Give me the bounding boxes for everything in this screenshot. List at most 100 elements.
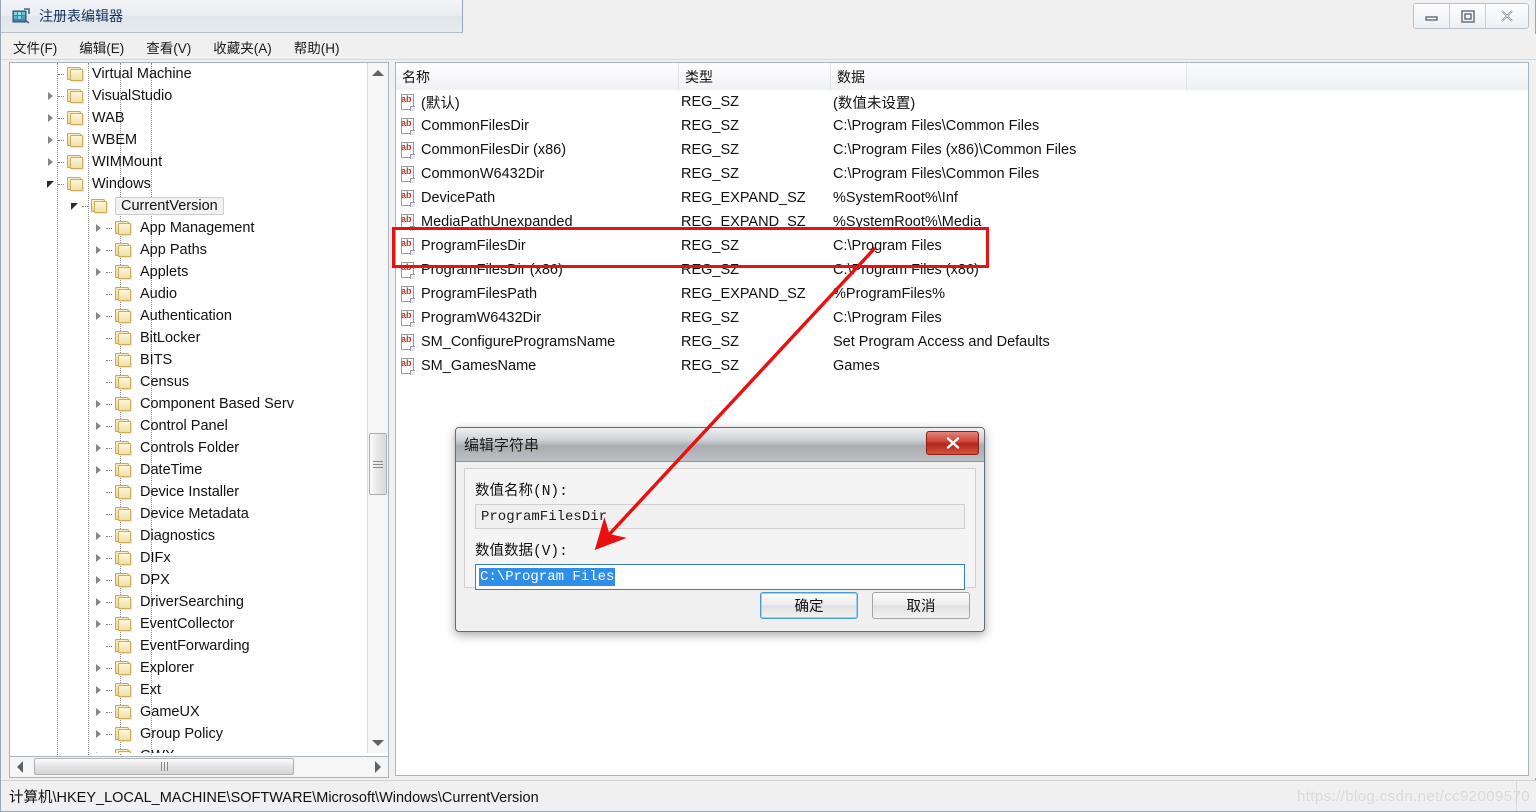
tree-node-dpx[interactable]: DPX (10, 569, 368, 591)
table-row[interactable]: ab CommonFilesDir REG_SZ C:\Program Files\C… (396, 114, 1528, 138)
tree-node-bitlocker[interactable]: BitLocker (10, 327, 368, 349)
table-row[interactable]: ab SM_ConfigureProgramsName REG_SZ Set Prog… (396, 330, 1528, 354)
chevron-right-icon[interactable] (90, 217, 106, 239)
chevron-right-icon[interactable] (42, 85, 58, 107)
chevron-down-icon[interactable] (66, 195, 82, 217)
tree-node-windows[interactable]: Windows (10, 173, 368, 195)
scroll-right-button[interactable] (368, 757, 388, 776)
chevron-right-icon[interactable] (90, 239, 106, 261)
chevron-right-icon[interactable] (90, 657, 106, 679)
chevron-right-icon[interactable] (90, 415, 106, 437)
column-header-data[interactable]: 数据 (831, 63, 1187, 90)
tree-node-difx[interactable]: DIFx (10, 547, 368, 569)
menu-help[interactable]: 帮助(H) (294, 37, 340, 57)
tree-node-app-management[interactable]: App Management (10, 217, 368, 239)
tree-node-control-panel[interactable]: Control Panel (10, 415, 368, 437)
tree-node-explorer[interactable]: Explorer (10, 657, 368, 679)
tree-node-controls-folder[interactable]: Controls Folder (10, 437, 368, 459)
tree-node-gwx[interactable]: GWX (10, 745, 368, 753)
dialog-close-button[interactable] (926, 431, 979, 455)
table-row[interactable]: ab ProgramFilesDir (x86) REG_SZ C:\Program … (396, 258, 1528, 282)
menu-view[interactable]: 查看(V) (146, 37, 191, 57)
tree-node-group-policy[interactable]: Group Policy (10, 723, 368, 745)
registry-values-pane[interactable]: 名称 类型 数据 ab (默认) REG_SZ (数值未设置) ab CommonFile… (395, 62, 1529, 776)
registry-tree-pane[interactable]: Virtual Machine VisualStudio WAB WBEM WIMMou… (9, 62, 389, 757)
chevron-right-icon[interactable] (90, 305, 106, 327)
chevron-right-icon[interactable] (90, 393, 106, 415)
tree-node-applets[interactable]: Applets (10, 261, 368, 283)
edit-string-dialog[interactable]: 编辑字符串 数值名称(N): ProgramFilesDir 数值数据(V): … (455, 427, 985, 632)
column-header-name[interactable]: 名称 (396, 63, 679, 90)
chevron-right-icon[interactable] (90, 679, 106, 701)
chevron-right-icon[interactable] (90, 569, 106, 591)
menu-edit[interactable]: 编辑(E) (79, 37, 124, 57)
tree-node-wbem[interactable]: WBEM (10, 129, 368, 151)
menu-file[interactable]: 文件(F) (13, 37, 57, 57)
menu-favorites[interactable]: 收藏夹(A) (213, 37, 272, 57)
cancel-button[interactable]: 取消 (872, 592, 970, 619)
tree-node-device-metadata[interactable]: Device Metadata (10, 503, 368, 525)
tree-node-app-paths[interactable]: App Paths (10, 239, 368, 261)
chevron-right-icon[interactable] (42, 129, 58, 151)
tree-node-wab[interactable]: WAB (10, 107, 368, 129)
value-data-input[interactable]: C:\Program Files (475, 564, 965, 590)
tree-vertical-scrollbar[interactable] (367, 63, 388, 753)
tree-node-component-based-serv[interactable]: Component Based Serv (10, 393, 368, 415)
table-row[interactable]: ab ProgramFilesDir REG_SZ C:\Program Files (396, 234, 1528, 258)
tree-node-wimmount[interactable]: WIMMount (10, 151, 368, 173)
chevron-right-icon[interactable] (90, 613, 106, 635)
restore-button[interactable] (1450, 4, 1486, 28)
tree-node-device-installer[interactable]: Device Installer (10, 481, 368, 503)
tree-node-eventcollector[interactable]: EventCollector (10, 613, 368, 635)
tree-node-datetime[interactable]: DateTime (10, 459, 368, 481)
table-row[interactable]: ab SM_GamesName REG_SZ Games (396, 354, 1528, 378)
vertical-scroll-thumb[interactable] (369, 433, 387, 495)
scroll-up-button[interactable] (368, 63, 388, 83)
chevron-right-icon[interactable] (90, 745, 106, 753)
table-row[interactable]: ab ProgramW6432Dir REG_SZ C:\Program Files (396, 306, 1528, 330)
table-row[interactable]: ab CommonW6432Dir REG_SZ C:\Program Files\C… (396, 162, 1528, 186)
horizontal-scroll-thumb[interactable] (34, 758, 294, 775)
tree-node-authentication[interactable]: Authentication (10, 305, 368, 327)
chevron-right-icon[interactable] (90, 701, 106, 723)
tree-node-driversearching[interactable]: DriverSearching (10, 591, 368, 613)
table-row[interactable]: ab CommonFilesDir (x86) REG_SZ C:\Program F… (396, 138, 1528, 162)
table-row[interactable]: ab MediaPathUnexpanded REG_EXPAND_SZ %Syste… (396, 210, 1528, 234)
tree-node-gameux[interactable]: GameUX (10, 701, 368, 723)
tree-node-eventforwarding[interactable]: EventForwarding (10, 635, 368, 657)
value-name-input[interactable]: ProgramFilesDir (475, 504, 965, 529)
chevron-right-icon[interactable] (90, 261, 106, 283)
statusbar-separator (1516, 781, 1534, 811)
minimize-button[interactable] (1414, 4, 1450, 28)
chevron-right-icon[interactable] (90, 525, 106, 547)
chevron-right-icon[interactable] (90, 723, 106, 745)
scroll-left-button[interactable] (10, 757, 30, 776)
table-row[interactable]: ab (默认) REG_SZ (数值未设置) (396, 90, 1528, 114)
table-row[interactable]: ab ProgramFilesPath REG_EXPAND_SZ %ProgramF… (396, 282, 1528, 306)
window-titlebar[interactable]: 注册表编辑器 (1, 0, 463, 33)
tree-connector (58, 129, 66, 151)
tree-node-currentversion[interactable]: CurrentVersion (10, 195, 368, 217)
column-header-type[interactable]: 类型 (679, 63, 831, 90)
chevron-down-icon[interactable] (42, 173, 58, 195)
ok-button[interactable]: 确定 (760, 592, 858, 619)
tree-horizontal-scrollbar[interactable] (9, 757, 389, 778)
close-button[interactable] (1486, 4, 1528, 28)
scroll-down-button[interactable] (368, 733, 388, 753)
chevron-right-icon[interactable] (90, 459, 106, 481)
tree-node-audio[interactable]: Audio (10, 283, 368, 305)
tree-node-diagnostics[interactable]: Diagnostics (10, 525, 368, 547)
tree-node-visualstudio[interactable]: VisualStudio (10, 85, 368, 107)
table-row[interactable]: ab DevicePath REG_EXPAND_SZ %SystemRoot%\In… (396, 186, 1528, 210)
chevron-right-icon[interactable] (90, 437, 106, 459)
chevron-right-icon[interactable] (42, 151, 58, 173)
tree-node-census[interactable]: Census (10, 371, 368, 393)
chevron-right-icon[interactable] (42, 107, 58, 129)
chevron-right-icon[interactable] (90, 591, 106, 613)
tree-node-virtual-machine[interactable]: Virtual Machine (10, 63, 368, 85)
column-header-extra[interactable] (1187, 63, 1528, 90)
dialog-titlebar[interactable]: 编辑字符串 (456, 428, 984, 462)
tree-node-bits[interactable]: BITS (10, 349, 368, 371)
chevron-right-icon[interactable] (90, 547, 106, 569)
tree-node-ext[interactable]: Ext (10, 679, 368, 701)
